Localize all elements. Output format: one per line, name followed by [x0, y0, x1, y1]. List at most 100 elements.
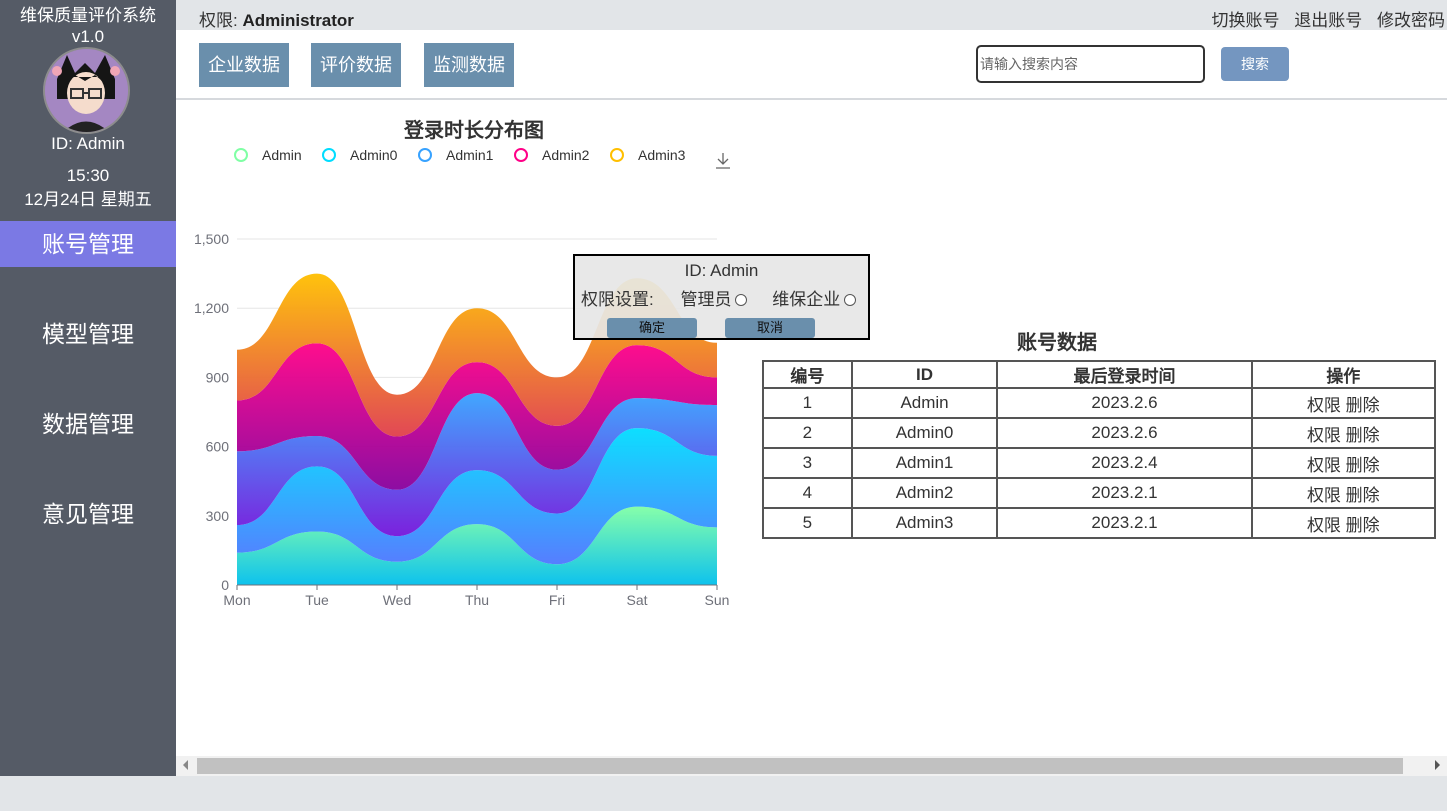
x-tick-label: Wed: [383, 592, 412, 608]
legend-label: Admin0: [350, 147, 398, 163]
permission-link[interactable]: 权限: [1307, 516, 1341, 535]
cell-no: 2: [762, 417, 853, 449]
account-links: 切换账号 退出账号 修改密码: [1202, 6, 1445, 31]
y-tick-label: 600: [206, 439, 230, 455]
cell-actions: 权限 删除: [1250, 447, 1437, 479]
nav-item-account[interactable]: 账号管理: [0, 221, 176, 267]
table-header-row: 编号 ID 最后登录时间 操作: [762, 360, 1437, 389]
clock-date: 12月24日 星期五: [24, 190, 152, 209]
horizontal-scrollbar[interactable]: [176, 756, 1447, 776]
cell-id: Admin: [850, 387, 999, 419]
legend-marker: [514, 148, 528, 162]
cell-id: Admin2: [850, 477, 999, 509]
x-tick-label: Mon: [223, 592, 250, 608]
logout-link[interactable]: 退出账号: [1294, 11, 1362, 30]
scroll-right-icon[interactable]: [1435, 760, 1440, 770]
header-actions: 操作: [1250, 360, 1437, 389]
download-icon[interactable]: [716, 153, 730, 169]
nav-item-feedback[interactable]: 意见管理: [0, 491, 176, 537]
permission-indicator: 权限: Administrator: [199, 6, 354, 31]
cell-no: 1: [762, 387, 853, 419]
permission-link[interactable]: 权限: [1307, 396, 1341, 415]
x-tick-label: Fri: [549, 592, 565, 608]
permission-dialog: ID: Admin 权限设置: 管理员 维保企业 确定 取消: [573, 254, 870, 340]
legend-item-admin0[interactable]: Admin0: [322, 147, 398, 163]
system-title: 维保质量评价系统: [20, 6, 156, 25]
y-tick-label: 1,200: [194, 300, 229, 316]
y-tick-label: 0: [221, 577, 229, 593]
permission-setting-label: 权限设置:: [581, 290, 654, 309]
permission-value: Administrator: [242, 11, 354, 30]
cell-actions: 权限 删除: [1250, 477, 1437, 509]
avatar-image: [45, 49, 128, 132]
cell-id: Admin3: [850, 507, 999, 539]
x-tick-label: Sun: [705, 592, 730, 608]
chart-legend: Admin Admin0 Admin1 Admin2 Admin3: [234, 147, 686, 163]
legend-label: Admin1: [446, 147, 494, 163]
cancel-button[interactable]: 取消: [725, 318, 815, 338]
legend-item-admin2[interactable]: Admin2: [514, 147, 590, 163]
nav-item-model[interactable]: 模型管理: [0, 311, 176, 357]
search-input[interactable]: [976, 45, 1205, 83]
change-password-link[interactable]: 修改密码: [1377, 11, 1445, 30]
legend-item-admin1[interactable]: Admin1: [418, 147, 494, 163]
legend-marker: [610, 148, 624, 162]
delete-link[interactable]: 删除: [1346, 486, 1380, 505]
delete-link[interactable]: 删除: [1346, 426, 1380, 445]
evaluation-data-button[interactable]: 评价数据: [311, 43, 401, 87]
y-tick-label: 900: [206, 369, 230, 385]
sidebar: 维保质量评价系统 v1.0 ID: Admin 15:30 12月24日 星期五…: [0, 0, 176, 776]
cell-last-login: 2023.2.1: [996, 477, 1253, 509]
account-table: 编号 ID 最后登录时间 操作 1 Admin 2023.2.6 权限 删除 2…: [762, 360, 1437, 539]
company-option-label: 维保企业: [772, 290, 841, 309]
x-tick-label: Tue: [305, 592, 329, 608]
admin-option-label: 管理员: [680, 290, 732, 309]
cell-actions: 权限 删除: [1250, 507, 1437, 539]
chart-title: 登录时长分布图: [403, 118, 544, 142]
cell-no: 3: [762, 447, 853, 479]
company-data-button[interactable]: 企业数据: [199, 43, 289, 87]
cell-last-login: 2023.2.6: [996, 387, 1253, 419]
admin-radio[interactable]: [735, 294, 748, 306]
monitor-data-button[interactable]: 监测数据: [424, 43, 514, 87]
legend-label: Admin3: [638, 147, 686, 163]
scrollbar-thumb[interactable]: [197, 758, 1403, 774]
y-tick-label: 1,500: [194, 231, 229, 247]
cell-last-login: 2023.2.4: [996, 447, 1253, 479]
avatar[interactable]: [43, 47, 130, 134]
company-radio[interactable]: [844, 294, 857, 306]
table-row: 5 Admin3 2023.2.1 权限 删除: [762, 507, 1437, 539]
cell-no: 4: [762, 477, 853, 509]
scroll-left-icon[interactable]: [183, 760, 188, 770]
header-id: ID: [850, 360, 999, 389]
cell-id: Admin1: [850, 447, 999, 479]
table-row: 2 Admin0 2023.2.6 权限 删除: [762, 417, 1437, 449]
permission-link[interactable]: 权限: [1307, 426, 1341, 445]
switch-account-link[interactable]: 切换账号: [1212, 11, 1280, 30]
y-tick-label: 300: [206, 508, 230, 524]
legend-label: Admin: [262, 147, 302, 163]
delete-link[interactable]: 删除: [1346, 396, 1380, 415]
confirm-button[interactable]: 确定: [607, 318, 697, 338]
top-bar: 权限: Administrator 切换账号 退出账号 修改密码: [176, 0, 1447, 30]
permission-options: 权限设置: 管理员 维保企业: [581, 285, 857, 310]
main-content: 企业数据 评价数据 监测数据 搜索 登录时长分布图 AdminAdmin0Adm…: [176, 30, 1447, 756]
delete-link[interactable]: 删除: [1346, 456, 1380, 475]
cell-id: Admin0: [850, 417, 999, 449]
system-version: v1.0: [71, 27, 105, 46]
toolbar: 企业数据 评价数据 监测数据 搜索: [176, 30, 1447, 100]
header-no: 编号: [762, 360, 853, 389]
search-button[interactable]: 搜索: [1221, 47, 1289, 81]
permission-link[interactable]: 权限: [1307, 486, 1341, 505]
app-window: 维保质量评价系统 v1.0 ID: Admin 15:30 12月24日 星期五…: [0, 0, 1447, 811]
legend-item-admin[interactable]: Admin: [234, 147, 302, 163]
table-row: 3 Admin1 2023.2.4 权限 删除: [762, 447, 1437, 479]
legend-marker: [418, 148, 432, 162]
legend-item-admin3[interactable]: Admin3: [610, 147, 686, 163]
clock-time: 15:30: [66, 166, 110, 185]
permission-link[interactable]: 权限: [1307, 456, 1341, 475]
table-row: 1 Admin 2023.2.6 权限 删除: [762, 387, 1437, 419]
cell-no: 5: [762, 507, 853, 539]
nav-item-data[interactable]: 数据管理: [0, 401, 176, 447]
delete-link[interactable]: 删除: [1346, 516, 1380, 535]
